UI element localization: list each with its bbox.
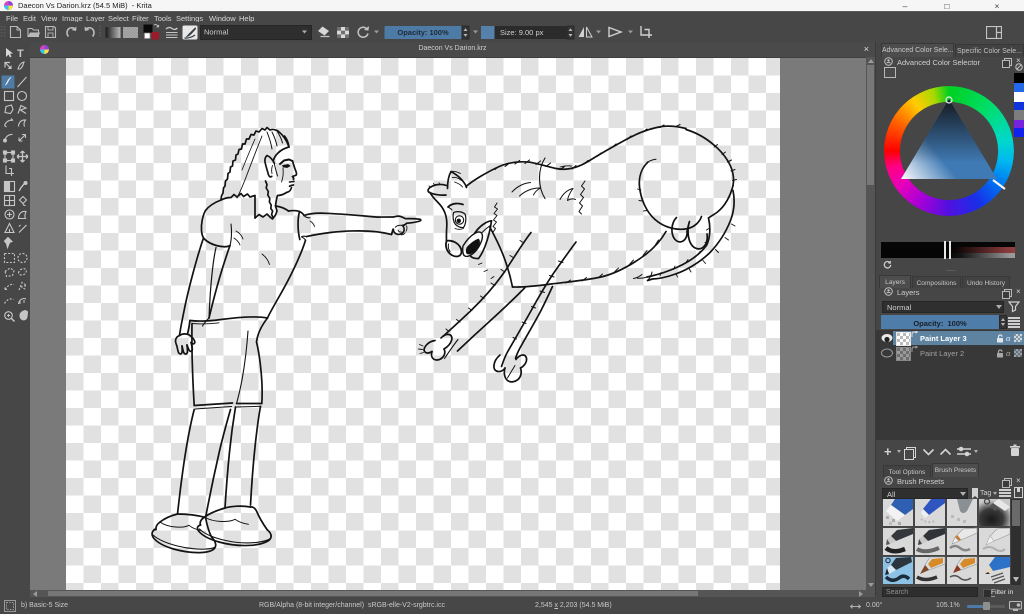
svg-text:T: T bbox=[17, 48, 24, 60]
svg-text:Opacity: 100%: Opacity: 100% bbox=[397, 28, 449, 37]
svg-text:Normal: Normal bbox=[204, 28, 229, 37]
svg-text:Size: 9.00 px: Size: 9.00 px bbox=[500, 28, 544, 37]
